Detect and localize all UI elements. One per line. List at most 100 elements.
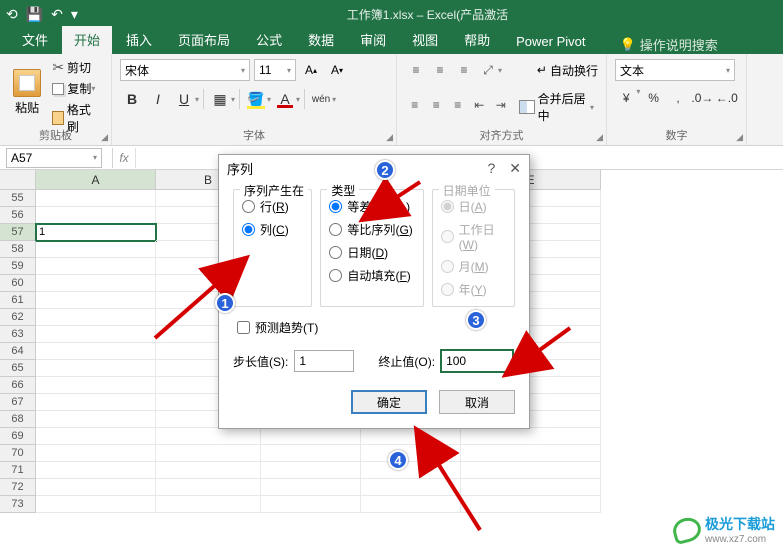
tab-page-layout[interactable]: 页面布局 xyxy=(166,26,242,54)
wrap-text-button[interactable]: ↵自动换行 xyxy=(537,62,598,79)
cell[interactable] xyxy=(461,462,601,479)
cell[interactable] xyxy=(461,428,601,445)
decrease-indent-icon[interactable]: ⇤ xyxy=(470,94,490,116)
font-name-combo[interactable]: 宋体▾ xyxy=(120,59,250,81)
align-left-icon[interactable]: ≡ xyxy=(405,94,425,116)
font-expand-icon[interactable]: ◢ xyxy=(386,132,393,143)
row-header[interactable]: 59 xyxy=(0,258,36,275)
checkbox-trend[interactable]: 预测趋势(T) xyxy=(237,319,515,336)
currency-button[interactable]: ¥ xyxy=(615,87,637,109)
align-bottom-icon[interactable]: ≡ xyxy=(453,59,475,81)
bold-button[interactable]: B xyxy=(120,87,144,111)
qat-dropdown-icon[interactable]: ▾ xyxy=(71,6,78,23)
cell[interactable] xyxy=(36,428,156,445)
cell[interactable] xyxy=(156,462,261,479)
tab-review[interactable]: 审阅 xyxy=(348,26,398,54)
row-header[interactable]: 62 xyxy=(0,309,36,326)
cell[interactable] xyxy=(461,445,601,462)
cell[interactable] xyxy=(156,445,261,462)
cell[interactable] xyxy=(361,428,461,445)
italic-button[interactable]: I xyxy=(146,87,170,111)
row-header[interactable]: 64 xyxy=(0,343,36,360)
cell[interactable] xyxy=(156,479,261,496)
border-button[interactable]: ▦ xyxy=(208,87,232,111)
row-header[interactable]: 73 xyxy=(0,496,36,513)
cell[interactable] xyxy=(36,292,156,309)
cell[interactable] xyxy=(461,479,601,496)
cut-button[interactable]: ✂剪切 xyxy=(50,58,103,77)
orientation-icon[interactable]: ⤢ xyxy=(477,59,499,81)
row-header[interactable]: 65 xyxy=(0,360,36,377)
cell[interactable] xyxy=(36,241,156,258)
radio-date[interactable]: 日期(D) xyxy=(329,244,414,261)
radio-columns[interactable]: 列(C) xyxy=(242,221,303,238)
font-size-combo[interactable]: 11▾ xyxy=(254,59,296,81)
row-header[interactable]: 61 xyxy=(0,292,36,309)
tab-powerpivot[interactable]: Power Pivot xyxy=(504,30,597,54)
row-header[interactable]: 66 xyxy=(0,377,36,394)
cell[interactable] xyxy=(261,479,361,496)
cell[interactable] xyxy=(261,445,361,462)
tell-me-search[interactable]: 💡 操作说明搜索 xyxy=(620,35,718,54)
row-header[interactable]: 55 xyxy=(0,190,36,207)
underline-button[interactable]: U xyxy=(172,87,196,111)
align-center-icon[interactable]: ≡ xyxy=(427,94,447,116)
cell[interactable] xyxy=(361,462,461,479)
tab-file[interactable]: 文件 xyxy=(10,26,60,54)
dialog-help-icon[interactable]: ? xyxy=(487,160,495,177)
cell[interactable] xyxy=(36,394,156,411)
cell[interactable] xyxy=(36,258,156,275)
tab-formula[interactable]: 公式 xyxy=(244,26,294,54)
cell[interactable]: 1 xyxy=(36,224,156,241)
comma-button[interactable]: , xyxy=(667,87,689,109)
select-all-corner[interactable] xyxy=(0,170,36,190)
tab-help[interactable]: 帮助 xyxy=(452,26,502,54)
name-box[interactable]: A57▾ xyxy=(6,148,102,168)
row-header[interactable]: 69 xyxy=(0,428,36,445)
align-top-icon[interactable]: ≡ xyxy=(405,59,427,81)
cell[interactable] xyxy=(36,326,156,343)
row-header[interactable]: 71 xyxy=(0,462,36,479)
row-header[interactable]: 70 xyxy=(0,445,36,462)
font-color-button[interactable]: A xyxy=(273,87,297,111)
align-middle-icon[interactable]: ≡ xyxy=(429,59,451,81)
cell[interactable] xyxy=(36,496,156,513)
radio-autofill[interactable]: 自动填充(F) xyxy=(329,267,414,284)
percent-button[interactable]: % xyxy=(642,87,664,109)
fill-color-button[interactable]: 🪣 xyxy=(244,87,268,111)
radio-rows[interactable]: 行(R) xyxy=(242,198,303,215)
cell[interactable] xyxy=(36,479,156,496)
step-value-input[interactable] xyxy=(294,350,354,372)
tab-data[interactable]: 数据 xyxy=(296,26,346,54)
cell[interactable] xyxy=(36,309,156,326)
cell[interactable] xyxy=(36,190,156,207)
cell[interactable] xyxy=(461,496,601,513)
row-header[interactable]: 67 xyxy=(0,394,36,411)
save-icon[interactable]: 💾 xyxy=(26,6,43,23)
cell[interactable] xyxy=(156,496,261,513)
autosave-icon[interactable]: ⟲ xyxy=(6,6,18,23)
undo-icon[interactable]: ↶ xyxy=(51,6,63,23)
merge-center-button[interactable]: 合并后居中▾ xyxy=(515,88,598,126)
tab-view[interactable]: 视图 xyxy=(400,26,450,54)
cancel-button[interactable]: 取消 xyxy=(439,390,515,414)
end-value-input[interactable] xyxy=(441,350,513,372)
phonetic-button[interactable]: wén xyxy=(309,87,333,111)
dialog-titlebar[interactable]: 序列 ? ✕ xyxy=(219,155,529,181)
row-header[interactable]: 72 xyxy=(0,479,36,496)
cell[interactable] xyxy=(36,445,156,462)
increase-decimal-icon[interactable]: .0→ xyxy=(691,87,713,109)
radio-growth[interactable]: 等比序列(G) xyxy=(329,221,414,238)
row-header[interactable]: 57 xyxy=(0,224,36,241)
cell[interactable] xyxy=(36,343,156,360)
number-expand-icon[interactable]: ◢ xyxy=(736,132,743,143)
cell[interactable] xyxy=(261,496,361,513)
tab-home[interactable]: 开始 xyxy=(62,26,112,54)
cell[interactable] xyxy=(361,496,461,513)
row-header[interactable]: 60 xyxy=(0,275,36,292)
alignment-expand-icon[interactable]: ◢ xyxy=(596,132,603,143)
cell[interactable] xyxy=(361,445,461,462)
cell[interactable] xyxy=(261,462,361,479)
number-format-combo[interactable]: 文本▾ xyxy=(615,59,735,81)
cell[interactable] xyxy=(361,479,461,496)
